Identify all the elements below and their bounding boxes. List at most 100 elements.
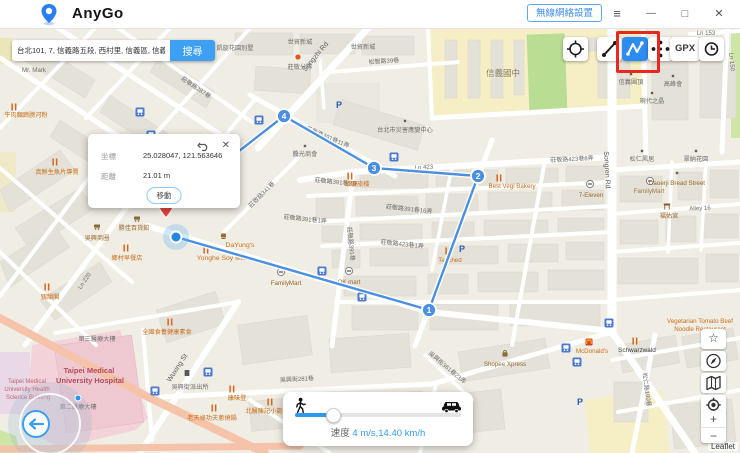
search-input[interactable] <box>12 40 170 61</box>
map-type-button[interactable] <box>701 373 726 393</box>
anygo-window: Songzhi Rd Songren Rd Wuxing St Ln 153 L… <box>0 0 740 453</box>
map-label-xinyi-dome: 信義圓頂 <box>619 78 645 86</box>
building-dot-icon <box>671 74 675 78</box>
map-label-schwarzwald: Schwarzwald <box>618 347 656 354</box>
close-icon[interactable]: ✕ <box>704 0 734 28</box>
map-label-summit: 高峰會 <box>664 80 683 88</box>
search-button[interactable]: 搜尋 <box>170 40 215 61</box>
zoom-in-button[interactable]: + <box>701 411 726 428</box>
waypoint-marker-1[interactable]: 1 <box>421 302 437 318</box>
gpx-label: GPX <box>674 43 696 54</box>
accessibility-icon <box>150 386 160 396</box>
mcdonalds-icon <box>585 338 593 346</box>
minimize-icon[interactable]: — <box>636 0 666 28</box>
popup-close-icon[interactable]: ✕ <box>222 140 230 151</box>
map-label-familymart-b: FamilyMart <box>634 188 665 195</box>
speed-readout: 速度 4 m/s,14.40 km/h <box>283 425 473 439</box>
two-spot-route-button[interactable] <box>597 37 622 61</box>
app-title: AnyGo <box>72 5 124 22</box>
zoom-out-button[interactable]: − <box>701 428 726 444</box>
favorites-button[interactable]: ☆ <box>701 329 726 349</box>
map-label-shopee: Shopee Xpress <box>484 361 526 368</box>
map-label-police: 吳興街派出所 <box>171 383 208 391</box>
multi-spot-route-icon <box>626 41 644 56</box>
building-dot-icon <box>675 171 679 175</box>
crosshair-icon <box>567 40 584 58</box>
teleport-mode-button[interactable] <box>563 37 588 61</box>
building-dot-icon <box>403 119 407 123</box>
map-label-disaster-center: 台北市災害應變中心 <box>377 126 433 134</box>
compass-button[interactable] <box>701 351 726 371</box>
map-label-shimao-b: 世貿新城 <box>351 43 376 51</box>
waypoint-marker-2[interactable]: 2 <box>470 168 486 184</box>
car-icon[interactable] <box>441 399 462 413</box>
multi-spot-route-button[interactable] <box>622 37 648 61</box>
folded-map-icon <box>706 375 721 391</box>
map-label-laotianlu: 老天祿功夫蔥燒鍋 <box>187 414 237 422</box>
map-label-xinyi-school: 信義國中 <box>486 68 520 78</box>
waypoint-number: 4 <box>282 111 287 121</box>
speed-slider-handle[interactable] <box>326 408 341 423</box>
map-canvas[interactable]: Songzhi Rd Songren Rd Wuxing St Ln 153 L… <box>0 28 740 453</box>
parking-icon: P <box>577 397 583 407</box>
map-label-daoerji: Daoerji Bread Street <box>649 180 705 187</box>
parking-icon: P <box>459 244 465 254</box>
map-label-national-veg: 全國食養健康素食 <box>142 328 192 336</box>
map-label-wuxing-shangquan: 吳興商圈 <box>85 234 110 242</box>
speed-label: 速度 <box>330 428 350 439</box>
map-label-mcdonalds: McDonald's <box>576 348 608 355</box>
coordinate-row: 坐標 25.028047, 121.563646 <box>101 151 222 162</box>
transit-icon <box>389 152 399 162</box>
joystick-dot <box>74 394 82 402</box>
map-label-zhenqing: 鎮慶旅棧 <box>345 180 370 188</box>
map-label-sashimi: 真鮮生魚片專賣 <box>35 168 78 176</box>
waypoint-marker-3[interactable]: 3 <box>366 160 382 176</box>
transit-icon <box>135 107 145 117</box>
gpx-button[interactable]: GPX <box>670 37 700 61</box>
maximize-icon[interactable]: □ <box>670 0 700 28</box>
zoom-control: + − <box>701 411 726 443</box>
map-label-zhuangjing-squad: 莊敬分隊 <box>288 63 314 71</box>
distance-label: 距離 <box>101 172 116 181</box>
speed-value: 4 m/s,14.40 km/h <box>352 428 426 439</box>
move-button[interactable]: 移動 <box>146 187 182 204</box>
current-location-dot[interactable] <box>169 230 183 244</box>
two-spot-route-icon <box>602 41 617 57</box>
convenience-store-icon <box>344 266 354 276</box>
map-label-mr-mark: Mr. Mark <box>22 67 47 74</box>
map-label-modern-crystal: 現代之晶 <box>640 97 665 105</box>
map-label-alley16: Alley 16 <box>689 205 711 212</box>
map-label-shimao-a: 世貿新城 <box>288 38 313 46</box>
map-label-songren-fengju: 松仁鳳居 <box>630 155 655 163</box>
map-label-cuina: 翠納花園 <box>684 155 709 163</box>
map-label-tmu-2: University Hospital <box>56 376 124 385</box>
walk-icon[interactable] <box>292 397 308 414</box>
coordinate-label: 坐標 <box>101 152 116 161</box>
coordinate-value: 25.028047, 121.563646 <box>143 151 223 160</box>
waypoint-number: 3 <box>372 163 377 173</box>
menu-icon[interactable]: ≡ <box>602 0 632 28</box>
map-label-7eleven: 7-Eleven <box>579 192 604 199</box>
history-button[interactable] <box>699 37 724 61</box>
map-label-beef-noodle: 牛肉麵蹄膀河粉 <box>4 111 47 119</box>
titlebar: AnyGo 無線網絡設置 ≡ — □ ✕ <box>0 0 740 29</box>
speed-panel: 速度 4 m/s,14.40 km/h <box>283 392 473 446</box>
convenience-store-icon <box>585 179 595 189</box>
waypoint-marker-4[interactable]: 4 <box>276 108 292 124</box>
map-label-jingguang: 醬光商會 <box>293 150 319 158</box>
transit-icon <box>317 266 327 276</box>
transit-icon <box>203 367 213 377</box>
speed-slider[interactable] <box>295 408 461 423</box>
map-label-kangweideng: 康味登 <box>228 394 247 402</box>
building-dot-icon <box>629 72 633 76</box>
building-dot-icon <box>640 149 644 153</box>
distance-row: 距離 21.01 m <box>101 171 170 182</box>
building-dot-icon <box>303 144 307 148</box>
search-bar: 搜尋 <box>12 40 215 61</box>
wifi-settings-button[interactable]: 無線網絡設置 <box>527 4 603 22</box>
map-label-kaixuan: 凱旋花園別墅 <box>216 44 253 52</box>
fire-station-icon <box>295 54 301 60</box>
map-label-familymart-a: FamilyMart <box>271 280 302 287</box>
map-label-best-vegi: Best Vegi Bakery <box>488 183 536 190</box>
waypoint-number: 1 <box>427 305 432 315</box>
